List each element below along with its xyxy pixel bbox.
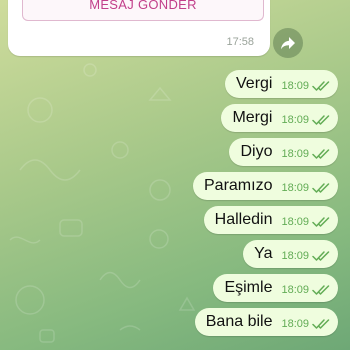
message-meta: 18:09	[281, 112, 330, 126]
incoming-message-bubble: MESAJ GÖNDER 17:58	[8, 0, 270, 56]
outgoing-message-bubble[interactable]: Halledin 18:09	[203, 206, 338, 234]
outgoing-message-bubble[interactable]: Mergi 18:09	[221, 104, 338, 132]
message-time: 18:09	[281, 80, 309, 92]
double-check-icon	[312, 217, 330, 227]
double-check-icon	[312, 183, 330, 193]
message-time: 18:09	[281, 114, 309, 126]
message-meta: 18:09	[281, 316, 330, 330]
double-check-icon	[312, 115, 330, 125]
outgoing-message-bubble[interactable]: Eşimle 18:09	[213, 274, 338, 302]
message-time: 18:09	[281, 182, 309, 194]
message-meta: 18:09	[281, 78, 330, 92]
incoming-message-time: 17:58	[226, 36, 254, 48]
share-button[interactable]	[273, 28, 303, 58]
message-time: 18:09	[281, 216, 309, 228]
message-time: 18:09	[281, 250, 309, 262]
double-check-icon	[312, 81, 330, 91]
message-text: Paramızo	[204, 177, 273, 194]
message-meta: 18:09	[281, 180, 330, 194]
message-time: 18:09	[281, 284, 309, 296]
outgoing-message-bubble[interactable]: Bana bile 18:09	[194, 308, 338, 336]
outgoing-message-bubble[interactable]: Vergi 18:09	[225, 70, 338, 98]
message-meta: 18:09	[281, 282, 330, 296]
message-text: Mergi	[232, 109, 273, 126]
outgoing-message-bubble[interactable]: Ya 18:09	[243, 240, 338, 268]
double-check-icon	[312, 319, 330, 329]
send-message-button[interactable]: MESAJ GÖNDER	[22, 0, 264, 21]
message-text: Ya	[254, 245, 273, 262]
double-check-icon	[312, 285, 330, 295]
message-text: Vergi	[236, 75, 273, 92]
share-arrow-icon	[281, 37, 295, 50]
message-time: 18:09	[281, 318, 309, 330]
message-meta: 18:09	[281, 146, 330, 160]
message-text: Halledin	[214, 211, 273, 228]
double-check-icon	[312, 251, 330, 261]
message-meta: 18:09	[281, 248, 330, 262]
message-meta: 18:09	[281, 214, 330, 228]
message-text: Bana bile	[205, 313, 273, 330]
outgoing-message-bubble[interactable]: Diyo 18:09	[229, 138, 338, 166]
message-text: Diyo	[240, 143, 273, 160]
message-text: Eşimle	[224, 279, 273, 296]
message-time: 18:09	[281, 148, 309, 160]
send-message-button-label: MESAJ GÖNDER	[89, 0, 197, 12]
double-check-icon	[312, 149, 330, 159]
outgoing-message-bubble[interactable]: Paramızo 18:09	[193, 172, 338, 200]
